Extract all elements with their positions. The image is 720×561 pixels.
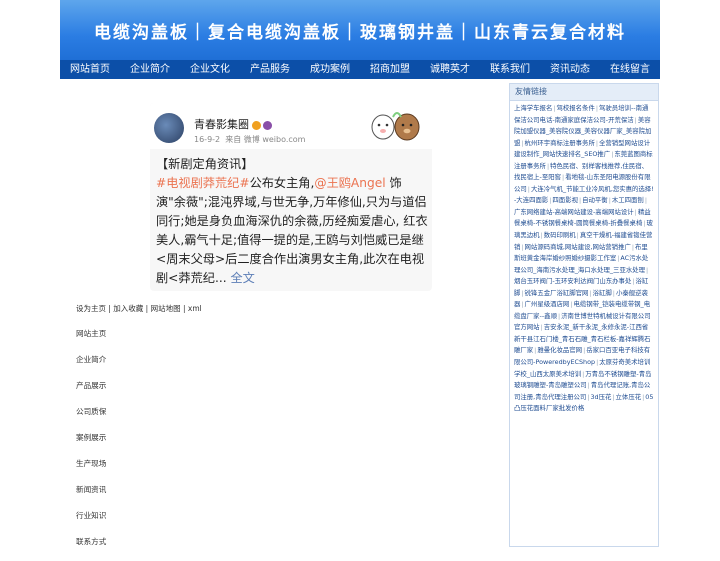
friend-link-4[interactable]: 杭州环宇商标注册事务所 xyxy=(525,139,595,147)
friend-link-12[interactable]: 木工四面刨 xyxy=(612,196,644,204)
friend-links-title: 友情链接 xyxy=(510,84,658,101)
nav-item-9[interactable]: 在线留言 xyxy=(600,60,660,79)
friend-link-26[interactable]: 广州星级酒店网 xyxy=(525,300,570,308)
utility-link-0[interactable]: 设为主页 xyxy=(76,304,106,313)
link-separator: | xyxy=(644,196,647,205)
nav-item-6[interactable]: 诚聘英才 xyxy=(420,60,480,79)
friend-link-11[interactable]: 自动平衡 xyxy=(582,196,608,204)
post-author-name: 青春影集圈 xyxy=(194,118,249,131)
main-nav: 网站首页 企业简介 企业文化 产品服务 成功案例 招商加盟 诚聘英才 联系我们 资讯动态 在线留言 xyxy=(60,60,660,79)
post-header: 青春影集圈 16-9-2 来自 微博 weibo.com xyxy=(150,103,432,149)
nav-item-3[interactable]: 产品服务 xyxy=(240,60,300,79)
link-separator: | xyxy=(143,304,151,313)
utility-link-1[interactable]: 加入收藏 xyxy=(113,304,143,313)
footer-menu-item-7[interactable]: 行业知识 xyxy=(76,509,106,535)
friend-link-0[interactable]: 上海学车报名 xyxy=(514,104,552,112)
site-title: 电缆沟盖板｜复合电缆沟盖板｜玻璃钢井盖｜山东青云复合材料 xyxy=(94,22,626,43)
avatar xyxy=(154,113,184,143)
nav-item-4[interactable]: 成功案例 xyxy=(300,60,360,79)
post-meta: 16-9-2 来自 微博 weibo.com xyxy=(194,134,305,145)
post-author: 青春影集圈 xyxy=(194,116,272,132)
friend-link-21[interactable]: 烟台玉环阀门-玉环安利达阀门山东办事处 xyxy=(514,277,631,285)
friend-link-18[interactable]: 网站源码商城,网站建设,网站营销推广 xyxy=(525,243,631,251)
post-text-2: 饰演"余薇";混沌界域,与世无争,万年修仙,只为与道侣同行;她是身负血海深仇的余… xyxy=(156,176,428,285)
post-source: 来自 微博 weibo.com xyxy=(225,135,306,144)
post-read-more[interactable]: 全文 xyxy=(230,271,254,285)
friend-link-23[interactable]: 锐锋五金厂浴缸脚官网 xyxy=(525,289,589,297)
post-date: 16-9-2 xyxy=(194,135,221,144)
utility-link-3[interactable]: xml xyxy=(188,304,202,313)
friend-link-30[interactable]: 雅曼化妆品官网 xyxy=(537,346,582,354)
cartoon-sticker-icon xyxy=(371,112,420,141)
nav-item-0[interactable]: 网站首页 xyxy=(60,60,120,79)
friend-link-16[interactable]: 数码印刷机 xyxy=(544,231,576,239)
post-hashtag[interactable]: #电视剧莽荒纪# xyxy=(156,176,250,190)
footer-menu: 网站主页 企业简介 产品展示 公司质保 案例展示 生产现场 新闻资讯 行业知识 联系方式 xyxy=(76,327,106,561)
utility-link-2[interactable]: 网站地图 xyxy=(151,304,181,313)
weibo-post-image: 青春影集圈 16-9-2 来自 微博 weibo.com 【新剧定角资讯】 #电… xyxy=(150,103,432,291)
post-heading: 【新剧定角资讯】 xyxy=(156,157,254,171)
link-separator: | xyxy=(646,265,649,274)
footer-menu-item-3[interactable]: 公司质保 xyxy=(76,405,106,431)
friend-link-36[interactable]: 立体压花 xyxy=(616,393,642,401)
utility-links: 设为主页 | 加入收藏 | 网站地图 | xml xyxy=(76,303,202,314)
nav-item-8[interactable]: 资讯动态 xyxy=(540,60,600,79)
footer-menu-item-1[interactable]: 企业简介 xyxy=(76,353,106,379)
nav-item-2[interactable]: 企业文化 xyxy=(180,60,240,79)
link-separator: | xyxy=(180,304,188,313)
nav-item-7[interactable]: 联系我们 xyxy=(480,60,540,79)
post-mention[interactable]: @王鸥Angel xyxy=(314,176,385,190)
friend-link-1[interactable]: 驾校报名条件 xyxy=(557,104,595,112)
post-content: 【新剧定角资讯】 #电视剧莽荒纪#公布女主角,@王鸥Angel 饰演"余薇";混… xyxy=(156,155,428,288)
member-badge-icon xyxy=(263,120,272,130)
friend-links-panel: 友情链接 上海学车报名|驾校报名条件|驾驶员培训--南通保洁公司电话-南通家庭保… xyxy=(509,83,659,547)
footer-menu-item-0[interactable]: 网站主页 xyxy=(76,327,106,353)
post-text-1: 公布女主角, xyxy=(249,176,315,190)
friend-link-13[interactable]: 广东网络建站-高端网站建设-高端网站设计 xyxy=(514,208,634,216)
friend-link-35[interactable]: 3d压花 xyxy=(590,393,611,401)
vip-badge-icon xyxy=(252,120,261,130)
footer-menu-item-6[interactable]: 新闻资讯 xyxy=(76,483,106,509)
friend-links-list: 上海学车报名|驾校报名条件|驾驶员培训--南通保洁公司电话-南通家庭保洁公司-开… xyxy=(510,101,658,415)
header-banner: 电缆沟盖板｜复合电缆沟盖板｜玻璃钢井盖｜山东青云复合材料 xyxy=(60,0,660,60)
footer-menu-item-4[interactable]: 案例展示 xyxy=(76,431,106,457)
friend-link-10[interactable]: 四面影视 xyxy=(552,196,578,204)
footer-menu-item-5[interactable]: 生产现场 xyxy=(76,457,106,483)
nav-item-5[interactable]: 招商加盟 xyxy=(360,60,420,79)
footer-menu-item-2[interactable]: 产品展示 xyxy=(76,379,106,405)
footer-menu-item-8[interactable]: 联系方式 xyxy=(76,535,106,561)
nav-item-1[interactable]: 企业简介 xyxy=(120,60,180,79)
friend-link-24[interactable]: 浴缸脚 xyxy=(593,289,612,297)
